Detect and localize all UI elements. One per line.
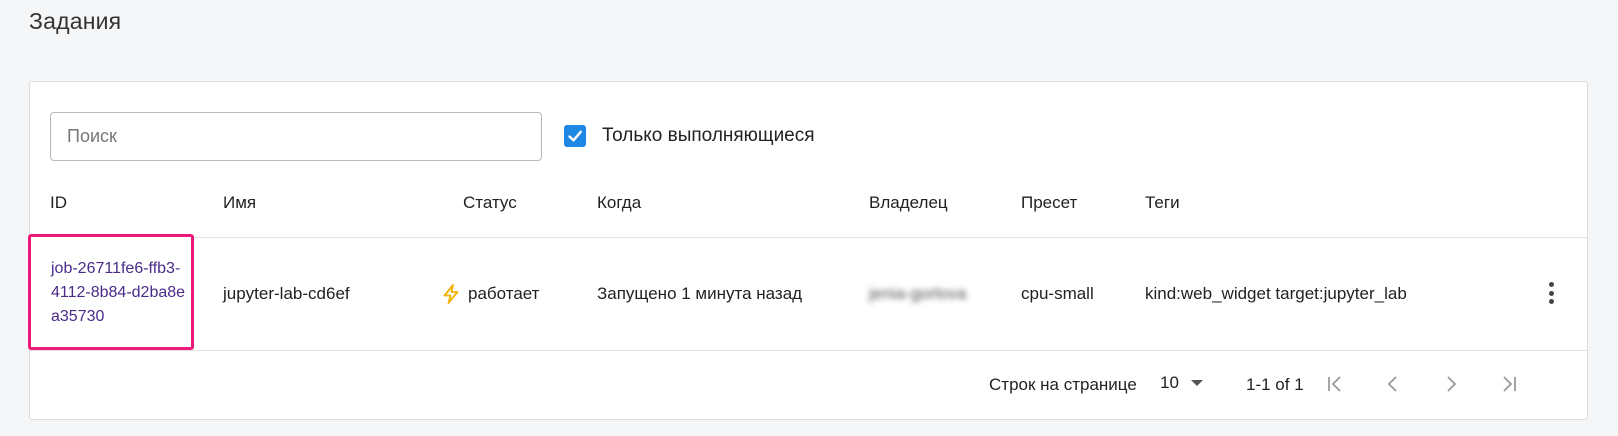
running-only-label: Только выполняющиеся xyxy=(602,125,815,146)
running-only-toggle[interactable]: Только выполняющиеся xyxy=(564,125,815,147)
rows-per-page-label: Строк на странице xyxy=(989,375,1137,394)
rows-per-page-value: 10 xyxy=(1160,373,1179,392)
running-only-checkbox[interactable] xyxy=(564,125,586,147)
chevron-right-icon xyxy=(1447,376,1457,392)
job-id-highlight: job-26711fe6-ffb3-4112-8b84-d2ba8ea35730 xyxy=(28,234,194,350)
search-input[interactable] xyxy=(50,112,542,161)
check-icon xyxy=(568,130,582,142)
rows-per-page-select[interactable]: 10 xyxy=(1160,373,1203,393)
column-header-tags[interactable]: Теги xyxy=(1145,193,1180,213)
table-pagination: Строк на странице 10 1-1 of 1 xyxy=(30,351,1587,419)
chevron-left-icon xyxy=(1387,376,1397,392)
column-header-owner[interactable]: Владелец xyxy=(869,193,948,213)
job-tags: kind:web_widget target:jupyter_lab xyxy=(1145,284,1407,303)
jobs-card: Только выполняющиеся ID Имя Статус Когда… xyxy=(28,81,1588,420)
row-more-menu-button[interactable] xyxy=(1539,278,1563,308)
job-owner: jenia-gorlova xyxy=(869,284,967,303)
pagination-range: 1-1 of 1 xyxy=(1246,375,1304,394)
more-vertical-icon xyxy=(1548,282,1554,287)
last-page-icon xyxy=(1503,376,1516,392)
table-row[interactable]: job-26711fe6-ffb3-4112-8b84-d2ba8ea35730… xyxy=(28,234,1587,351)
first-page-icon xyxy=(1328,376,1341,392)
job-id-link[interactable]: job-26711fe6-ffb3-4112-8b84-d2ba8ea35730 xyxy=(51,257,186,329)
page-title: Задания xyxy=(29,8,122,34)
column-header-name[interactable]: Имя xyxy=(223,193,256,213)
job-status: работает xyxy=(440,238,539,350)
next-page-button[interactable] xyxy=(1438,371,1464,397)
caret-down-icon xyxy=(1190,380,1203,386)
last-page-button[interactable] xyxy=(1496,371,1522,397)
column-header-status[interactable]: Статус xyxy=(463,193,517,213)
job-when: Запущено 1 минута назад xyxy=(597,284,803,303)
column-header-when[interactable]: Когда xyxy=(597,193,641,213)
job-name: jupyter-lab-cd6ef xyxy=(223,284,350,303)
job-preset: cpu-small xyxy=(1021,284,1094,303)
column-header-preset[interactable]: Пресет xyxy=(1021,193,1077,213)
column-header-id[interactable]: ID xyxy=(50,193,67,213)
previous-page-button[interactable] xyxy=(1380,371,1406,397)
first-page-button[interactable] xyxy=(1322,371,1348,397)
status-label: работает xyxy=(468,284,540,303)
lightning-icon xyxy=(443,284,459,304)
